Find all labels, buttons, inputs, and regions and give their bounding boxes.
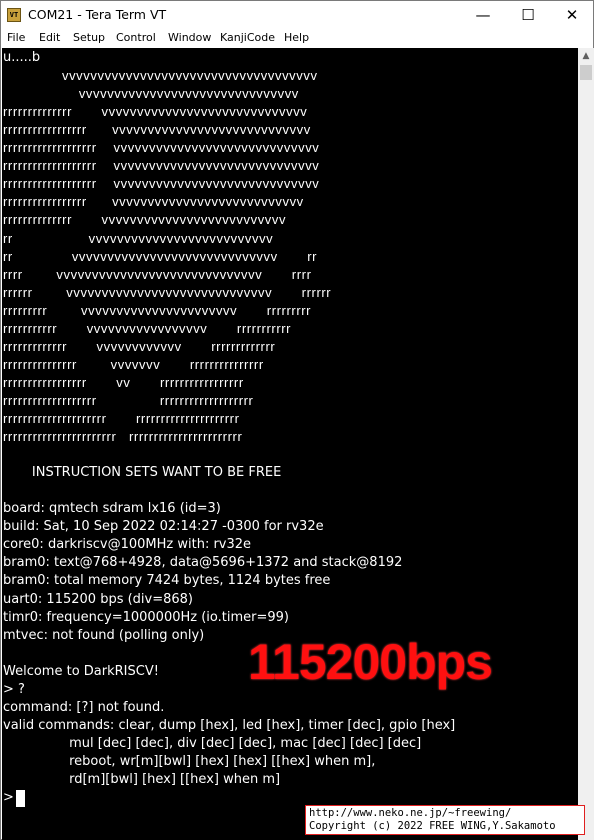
baud-rate-overlay-label: 115200bps [248,634,493,690]
terminal-line: rrrrrrrrrrrrrrr vvvvvvv rrrrrrrrrrrrrrr [3,356,264,372]
terminal-line: rrrrrrrrrrrrrrrrrrrrr rrrrrrrrrrrrrrrrrr… [3,411,240,426]
terminal-line: rrrrrr vvvvvvvvvvvvvvvvvvvvvvvvvvvvv rrr… [3,284,332,300]
terminal-line: valid commands: clear, dump [hex], led [… [3,717,456,733]
menu-help[interactable]: Help [284,31,309,44]
terminal-line: build: Sat, 10 Sep 2022 02:14:27 -0300 f… [3,519,324,535]
tera-term-app-icon[interactable]: VT [7,8,21,22]
terminal-line: rrrrrrrrrrrrrrrrr vvvvvvvvvvvvvvvvvvvvvv… [3,122,311,138]
window-title: COM21 - Tera Term VT [28,7,167,22]
terminal-line: Welcome to DarkRISCV! [3,663,159,679]
close-icon: ✕ [565,6,579,24]
scroll-thumb[interactable] [580,65,592,80]
terminal-line: reboot, wr[m][bwl] [hex] [hex] [[hex] wh… [3,753,376,769]
title-bar[interactable]: VT COM21 - Tera Term VT — ☐ ✕ [1,1,593,29]
terminal-line: u.....b [3,50,41,65]
credit-copyright: Copyright (c) 2022 FREE WING,Y.Sakamoto [309,820,556,832]
terminal-line: board: qmtech sdram lx16 (id=3) [3,501,221,517]
terminal-line: rrrrrrrrrrrrrrrrrrr vvvvvvvvvvvvvvvvvvvv… [3,176,320,192]
terminal-line: rrrrrrrrrrrrrr vvvvvvvvvvvvvvvvvvvvvvvvv… [3,104,308,120]
terminal-line: rrrrrrrrrrrrrrrrrrr rrrrrrrrrrrrrrrrrrr [3,392,254,408]
maximize-button[interactable]: ☐ [506,1,550,29]
terminal-line: rrrr vvvvvvvvvvvvvvvvvvvvvvvvvvvvv rrrr [3,266,312,282]
terminal-line: rrrrrrrrrrr vvvvvvvvvvvvvvvvv rrrrrrrrrr… [3,320,292,336]
credit-url: http://www.neko.ne.jp/~freewing/ [309,807,512,819]
menu-setup[interactable]: Setup [73,31,105,44]
minimize-button[interactable]: — [461,1,505,29]
tera-term-window: VT COM21 - Tera Term VT — ☐ ✕ File Edit … [0,0,594,840]
terminal-line: rrrrrrrrrrrrrrrrrrr vvvvvvvvvvvvvvvvvvvv… [3,140,320,156]
terminal-line: timr0: frequency=1000000Hz (io.timer=99) [3,609,289,625]
terminal-line: > ? [3,681,25,697]
menu-edit[interactable]: Edit [39,31,60,44]
maximize-icon: ☐ [521,6,535,24]
terminal-line: vvvvvvvvvvvvvvvvvvvvvvvvvvvvvvvvvvvv [3,68,318,84]
terminal-line: rrrrrrrrrrrrrrrrrrrrrrr rrrrrrrrrrrrrrrr… [3,429,243,445]
terminal-cursor [16,790,25,808]
terminal-screen[interactable]: u.....b vvvvvvvvvvvvvvvvvvvvvvvvvvvvvvvv… [2,48,578,840]
menu-kanjicode[interactable]: KanjiCode [220,31,275,44]
terminal-line: uart0: 115200 bps (div=868) [3,591,194,607]
menu-window[interactable]: Window [168,31,211,44]
terminal-line: rrrrrrrrrrrrrr vvvvvvvvvvvvvvvvvvvvvvvvv… [3,212,287,228]
terminal-line: bram0: total memory 7424 bytes, 1124 byt… [3,573,331,589]
terminal-line: rr vvvvvvvvvvvvvvvvvvvvvvvvvvvvv rr [3,248,318,264]
terminal-line: command: [?] not found. [3,699,165,715]
terminal-line: rrrrrrrrr vvvvvvvvvvvvvvvvvvvvvv rrrrrrr… [3,302,312,318]
menu-file[interactable]: File [7,31,25,44]
menu-bar: File Edit Setup Control Window KanjiCode… [1,29,593,48]
terminal-line: rrrrrrrrrrrrrrrrrrr vvvvvvvvvvvvvvvvvvvv… [3,158,320,174]
menu-control[interactable]: Control [116,31,156,44]
minimize-icon: — [475,6,491,24]
terminal-line: mul [dec] [dec], div [dec] [dec], mac [d… [3,735,422,751]
terminal-line: rr vvvvvvvvvvvvvvvvvvvvvvvvvv [3,230,274,246]
terminal-line: rrrrrrrrrrrrrrrrr vvvvvvvvvvvvvvvvvvvvvv… [3,194,304,210]
scroll-up-arrow-icon[interactable]: ▲ [578,48,594,64]
terminal-line: mtvec: not found (polling only) [3,627,205,643]
terminal-line: vvvvvvvvvvvvvvvvvvvvvvvvvvvvvvv [3,86,299,102]
terminal-line: bram0: text@768+4928, data@5696+1372 and… [3,555,403,571]
vertical-scrollbar[interactable]: ▲ [578,48,594,840]
close-button[interactable]: ✕ [550,1,594,29]
terminal-line: core0: darkriscv@100MHz with: rv32e [3,537,252,553]
terminal-line: rrrrrrrrrrrrrrrrr vv rrrrrrrrrrrrrrrrr [3,374,244,390]
terminal-line: rrrrrrrrrrrrr vvvvvvvvvvvv rrrrrrrrrrrrr [3,338,276,354]
copyright-credit-box: http://www.neko.ne.jp/~freewing/ Copyrig… [305,805,585,835]
terminal-line: rd[m][bwl] [hex] [[hex] when m] [3,772,281,787]
terminal-line: INSTRUCTION SETS WANT TO BE FREE [3,465,282,481]
